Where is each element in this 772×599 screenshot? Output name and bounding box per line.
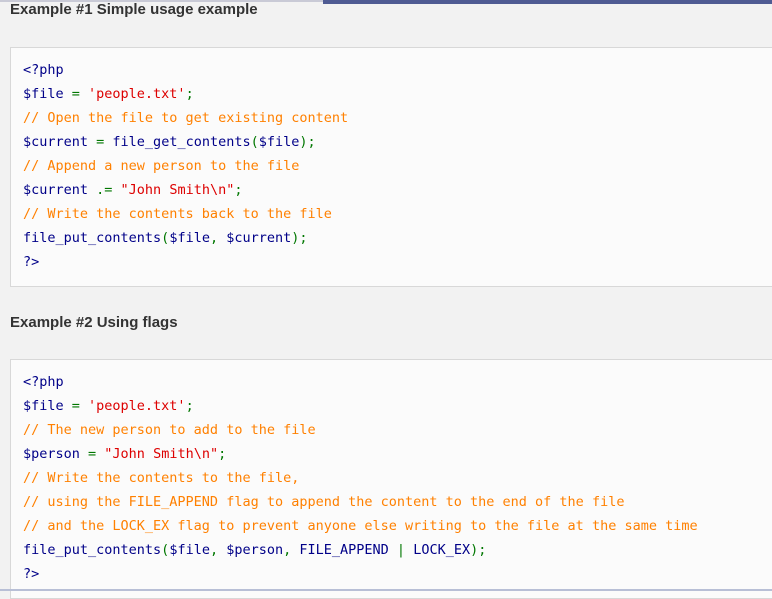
code-line: <?php [23,370,64,394]
code-token: ); [291,230,308,246]
code-line: // Open the file to get existing content [23,106,348,130]
code-line: // Write the contents back to the file [23,202,332,226]
code-token: , [283,542,300,558]
code-line: // Append a new person to the file [23,154,299,178]
code-token: // Write the contents to the file, [23,470,300,486]
code-line: ?> [23,562,39,586]
code-token: = [63,86,89,102]
code-token: $current [226,230,292,246]
code-token: // The new person to add to the file [23,422,316,438]
code-token: FILE_APPEND [299,542,389,558]
code-token: // and the LOCK_EX flag to prevent anyon… [23,518,698,534]
code-token: LOCK_EX [413,542,471,558]
code-line: <?php [23,58,64,82]
code-line: file_put_contents($file, $person, FILE_A… [23,538,486,562]
code-line: // Write the contents to the file, [23,466,299,490]
code-line: $person = "John Smith\n"; [23,442,226,466]
code-token: // Append a new person to the file [23,158,300,174]
code-token: = [79,446,105,462]
code-token: $person [226,542,284,558]
code-token: ; [185,398,194,414]
code-token: <?php [23,374,64,390]
code-token: ( [250,134,259,150]
code-token: // Open the file to get existing content [23,110,349,126]
code-line: // The new person to add to the file [23,418,316,442]
code-token: ; [218,446,227,462]
code-line: $current = file_get_contents($file); [23,130,316,154]
code-token: | [388,542,414,558]
code-token: ?> [23,566,40,582]
code-token: ?> [23,254,40,270]
code-token: ); [470,542,487,558]
example2-title: Example #2 Using flags [10,314,178,331]
code-line: // using the FILE_APPEND flag to append … [23,490,624,514]
code-line: // and the LOCK_EX flag to prevent anyon… [23,514,698,538]
code-token: 'people.txt' [88,398,186,414]
code-line: ?> [23,250,39,274]
code-token: $file [169,230,210,246]
code-token: file_put_contents [23,542,162,558]
code-token: $file [169,542,210,558]
example1-title: Example #1 Simple usage example [10,1,258,18]
code-token: ); [299,134,316,150]
code-token: file_get_contents [112,134,251,150]
code-token: // Write the contents back to the file [23,206,332,222]
code-token: ; [234,182,243,198]
code-line: $file = 'people.txt'; [23,82,194,106]
code-token: $current [23,182,89,198]
code-token: = [88,134,113,150]
code-token: , [209,230,227,246]
code-token: $file [258,134,300,150]
code-token: "John Smith\n" [120,182,235,198]
code-line: $file = 'people.txt'; [23,394,194,418]
code-token: // using the FILE_APPEND flag to append … [23,494,625,510]
code-token: $file [23,398,64,414]
example1-code-block: <?php $file = 'people.txt'; // Open the fi… [10,47,772,287]
code-token: $file [23,86,64,102]
code-token: ; [185,86,194,102]
code-token: $person [23,446,80,462]
code-line: file_put_contents($file, $current); [23,226,308,250]
example2-code-block: <?php $file = 'people.txt'; // The new per… [10,359,772,599]
code-token: , [209,542,227,558]
top-border-right [323,0,772,4]
code-line: $current .= "John Smith\n"; [23,178,242,202]
code-token: "John Smith\n" [104,446,219,462]
code-token: <?php [23,62,64,78]
code-token: 'people.txt' [88,86,186,102]
code-token: file_put_contents [23,230,162,246]
code-token: = [63,398,89,414]
code-token: $current [23,134,89,150]
code-token: .= [88,182,121,198]
